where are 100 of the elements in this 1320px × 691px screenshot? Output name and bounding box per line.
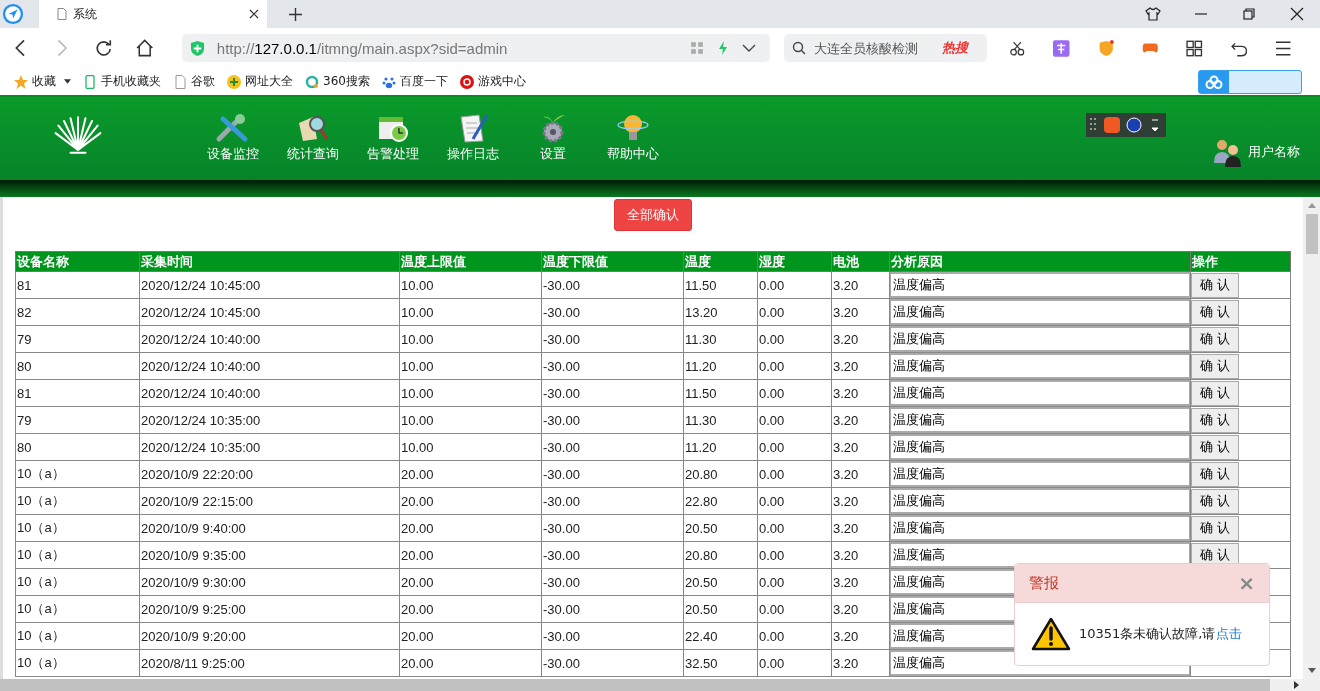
table-cell: -30.00 xyxy=(541,298,684,326)
table-cell: 20.50 xyxy=(683,595,758,623)
table-cell: 80 xyxy=(15,352,140,380)
table-cell: 79 xyxy=(15,406,140,434)
table-cell: 20.00 xyxy=(399,514,542,542)
table-cell: 3.20 xyxy=(831,622,890,650)
table-cell: 22.40 xyxy=(683,622,758,650)
table-cell: 2020/10/9 22:15:00 xyxy=(139,487,400,515)
table-cell: 2020/10/9 9:25:00 xyxy=(139,595,400,623)
table-cell: -30.00 xyxy=(541,514,684,542)
table-cell: -30.00 xyxy=(541,568,684,596)
column-header: 湿度 xyxy=(757,251,832,272)
table-cell: 10.00 xyxy=(399,379,542,407)
column-header: 分析原因 xyxy=(889,251,1191,272)
table-cell: 3.20 xyxy=(831,514,890,542)
table-cell: 0.00 xyxy=(757,649,832,677)
table-cell: 0.00 xyxy=(757,514,832,542)
table-cell: 10.00 xyxy=(399,298,542,326)
table-cell: 0.00 xyxy=(757,325,832,353)
table-cell: 2020/12/24 10:45:00 xyxy=(139,298,400,326)
table-cell: 3.20 xyxy=(831,568,890,596)
table-cell: 3.20 xyxy=(831,271,890,299)
table-cell: 10（a） xyxy=(15,649,140,677)
table-cell: 0.00 xyxy=(757,487,832,515)
table-cell: 3.20 xyxy=(831,325,890,353)
table-cell: 2020/12/24 10:40:00 xyxy=(139,325,400,353)
table-cell: 11.20 xyxy=(683,433,758,461)
table-cell: -30.00 xyxy=(541,487,684,515)
table-cell: 3.20 xyxy=(831,298,890,326)
table-cell: -30.00 xyxy=(541,460,684,488)
table-cell: 20.00 xyxy=(399,622,542,650)
table-cell: 10（a） xyxy=(15,514,140,542)
table-cell: 0.00 xyxy=(757,568,832,596)
table-cell: 2020/12/24 10:40:00 xyxy=(139,379,400,407)
table-cell: 20.80 xyxy=(683,460,758,488)
table-cell: 2020/10/9 9:20:00 xyxy=(139,622,400,650)
table-cell: 10（a） xyxy=(15,541,140,569)
table-cell: 10.00 xyxy=(399,271,542,299)
table-cell: 10（a） xyxy=(15,622,140,650)
table-cell: 3.20 xyxy=(831,487,890,515)
table-cell: 0.00 xyxy=(757,622,832,650)
table-cell: -30.00 xyxy=(541,433,684,461)
table-cell: 11.30 xyxy=(683,325,758,353)
table-cell: -30.00 xyxy=(541,406,684,434)
table-cell: 2020/12/24 10:35:00 xyxy=(139,406,400,434)
table-cell: 0.00 xyxy=(757,460,832,488)
table-cell: 22.80 xyxy=(683,487,758,515)
table-cell: 3.20 xyxy=(831,460,890,488)
table-cell: 2020/12/24 10:35:00 xyxy=(139,433,400,461)
table-cell: 3.20 xyxy=(831,541,890,569)
table-cell: 3.20 xyxy=(831,406,890,434)
table-cell: 20.50 xyxy=(683,568,758,596)
table-cell: 2020/12/24 10:45:00 xyxy=(139,271,400,299)
table-cell: 11.50 xyxy=(683,379,758,407)
table-cell: 0.00 xyxy=(757,271,832,299)
table-cell: 3.20 xyxy=(831,433,890,461)
table-cell: 32.50 xyxy=(683,649,758,677)
table-cell: -30.00 xyxy=(541,271,684,299)
column-header: 采集时间 xyxy=(139,251,400,272)
table-cell: 10.00 xyxy=(399,325,542,353)
table-cell: 79 xyxy=(15,325,140,353)
column-header: 电池 xyxy=(831,251,890,272)
table-cell: 0.00 xyxy=(757,406,832,434)
column-header: 温度上限值 xyxy=(399,251,542,272)
table-cell: 0.00 xyxy=(757,298,832,326)
table-cell: 11.20 xyxy=(683,352,758,380)
alert-message: 10351条未确认故障,请点击 xyxy=(1079,625,1242,643)
table-cell: 20.50 xyxy=(683,514,758,542)
table-cell: 80 xyxy=(15,433,140,461)
table-cell: -30.00 xyxy=(541,622,684,650)
table-cell: 20.80 xyxy=(683,541,758,569)
table-cell: 81 xyxy=(15,271,140,299)
table-cell: 2020/8/11 9:25:00 xyxy=(139,649,400,677)
table-cell: -30.00 xyxy=(541,325,684,353)
table-cell: -30.00 xyxy=(541,379,684,407)
column-header: 温度 xyxy=(683,251,758,272)
table-cell: 3.20 xyxy=(831,649,890,677)
table-cell: 10（a） xyxy=(15,595,140,623)
table-cell: 0.00 xyxy=(757,595,832,623)
table-cell: 0.00 xyxy=(757,541,832,569)
table-cell: -30.00 xyxy=(541,649,684,677)
table-cell: 10.00 xyxy=(399,406,542,434)
table-cell: 3.20 xyxy=(831,352,890,380)
table-cell: 10.00 xyxy=(399,352,542,380)
table-cell: 11.30 xyxy=(683,406,758,434)
table-cell: 2020/10/9 9:30:00 xyxy=(139,568,400,596)
table-cell: 10.00 xyxy=(399,433,542,461)
table-cell: 10（a） xyxy=(15,460,140,488)
table-cell: 2020/10/9 9:40:00 xyxy=(139,514,400,542)
column-header: 操作 xyxy=(1190,251,1291,272)
table-cell: 3.20 xyxy=(831,595,890,623)
column-header: 设备名称 xyxy=(15,251,140,272)
table-cell: 20.00 xyxy=(399,487,542,515)
table-cell: 3.20 xyxy=(831,379,890,407)
tab-title: 系统 xyxy=(73,5,98,23)
column-header: 温度下限值 xyxy=(541,251,684,272)
table-cell: -30.00 xyxy=(541,541,684,569)
table-cell: 81 xyxy=(15,379,140,407)
table-cell: 13.20 xyxy=(683,298,758,326)
table-cell: 20.00 xyxy=(399,460,542,488)
